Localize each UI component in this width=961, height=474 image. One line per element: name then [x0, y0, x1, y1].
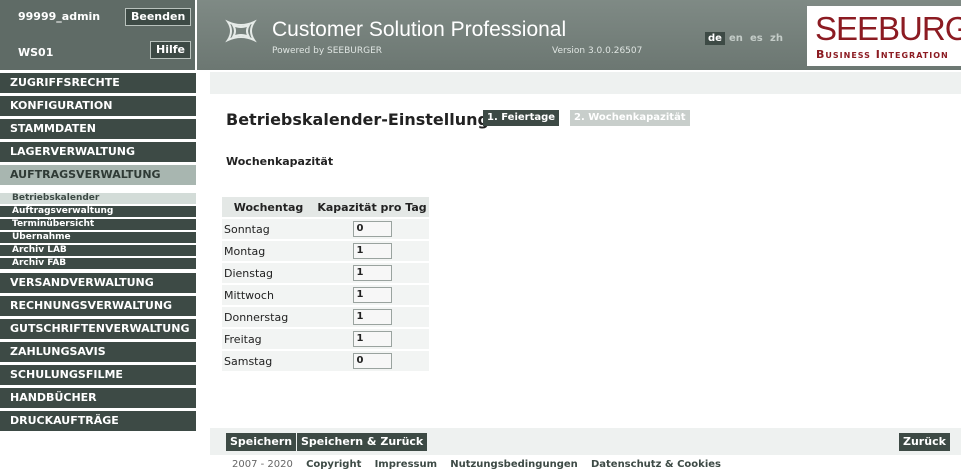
- username: 99999_admin: [18, 10, 101, 23]
- nav-handbuecher[interactable]: HANDBÜCHER: [0, 388, 196, 408]
- app-title: Customer Solution Professional: [272, 18, 567, 41]
- nav-schulungsfilme[interactable]: SCHULUNGSFILME: [0, 365, 196, 385]
- weekday-label: Samstag: [222, 351, 315, 371]
- capacity-input[interactable]: 1: [352, 287, 392, 303]
- help-button[interactable]: Hilfe: [150, 41, 191, 59]
- weekday-label: Freitag: [222, 329, 315, 349]
- app-version: Version 3.0.0.26507: [552, 46, 643, 56]
- subnav-archiv-fab[interactable]: Archiv FAB: [0, 258, 196, 269]
- nav-rechnungsverwaltung[interactable]: RECHNUNGSVERWALTUNG: [0, 296, 196, 316]
- save-button[interactable]: Speichern: [226, 433, 297, 451]
- table-header-row: Wochentag Kapazität pro Tag: [222, 197, 429, 217]
- subnav-uebernahme[interactable]: Übernahme: [0, 232, 196, 243]
- capacity-input[interactable]: 1: [352, 331, 392, 347]
- footer-link-copyright[interactable]: Copyright: [306, 459, 361, 470]
- sidebar-nav: ZUGRIFFSRECHTE KONFIGURATION STAMMDATEN …: [0, 73, 196, 434]
- nav-versandverwaltung[interactable]: VERSANDVERWALTUNG: [0, 273, 196, 293]
- tab-feiertage[interactable]: 1. Feiertage: [483, 110, 560, 126]
- table-row: Montag 1: [222, 241, 429, 261]
- tab-wochenkapazitaet[interactable]: 2. Wochenkapazität: [570, 110, 690, 126]
- lang-en[interactable]: en: [726, 32, 746, 45]
- weekday-label: Donnerstag: [222, 307, 315, 327]
- weekday-label: Montag: [222, 241, 315, 261]
- brand-tagline: Business Integration: [816, 48, 949, 61]
- back-button[interactable]: Zurück: [899, 433, 950, 451]
- footer-link-impressum[interactable]: Impressum: [375, 459, 437, 470]
- footer: 2007 - 2020 Copyright Impressum Nutzungs…: [232, 459, 721, 470]
- page-title: Betriebskalender-Einstellungen: [226, 110, 512, 129]
- nav-konfiguration[interactable]: KONFIGURATION: [0, 96, 196, 116]
- workstation-label: WS01: [18, 46, 54, 59]
- capacity-input[interactable]: 1: [352, 265, 392, 281]
- app-header: Customer Solution Professional Powered b…: [197, 0, 961, 70]
- nav-auftragsverwaltung[interactable]: AUFTRAGSVERWALTUNG: [0, 165, 196, 185]
- app-logo-icon: [225, 19, 257, 43]
- subnav-betriebskalender[interactable]: Betriebskalender: [0, 193, 196, 204]
- table-row: Donnerstag 1: [222, 307, 429, 327]
- subnav-auftragsverwaltung[interactable]: Auftragsverwaltung: [0, 206, 196, 217]
- footer-years: 2007 - 2020: [232, 459, 293, 470]
- lang-zh[interactable]: zh: [767, 32, 786, 45]
- section-title: Wochenkapazität: [226, 155, 334, 168]
- brand-logo: SEEBURGER Business Integration: [807, 6, 961, 66]
- nav-druckauftraege[interactable]: DRUCKAUFTRÄGE: [0, 411, 196, 431]
- table-row: Sonntag 0: [222, 219, 429, 239]
- nav-gutschriftenverwaltung[interactable]: GUTSCHRIFTENVERWALTUNG: [0, 319, 196, 339]
- weekday-label: Sonntag: [222, 219, 315, 239]
- table-row: Freitag 1: [222, 329, 429, 349]
- capacity-input[interactable]: 1: [352, 243, 392, 259]
- subnav-archiv-lab[interactable]: Archiv LAB: [0, 245, 196, 256]
- capacity-input[interactable]: 0: [352, 221, 392, 237]
- footer-link-privacy[interactable]: Datenschutz & Cookies: [591, 459, 721, 470]
- nav-stammdaten[interactable]: STAMMDATEN: [0, 119, 196, 139]
- footer-link-terms[interactable]: Nutzungsbedingungen: [450, 459, 578, 470]
- lang-es[interactable]: es: [747, 32, 766, 45]
- table-row: Dienstag 1: [222, 263, 429, 283]
- nav-zugriffsrechte[interactable]: ZUGRIFFSRECHTE: [0, 73, 196, 93]
- logout-button[interactable]: Beenden: [125, 8, 192, 26]
- table-row: Samstag 0: [222, 351, 429, 371]
- capacity-input[interactable]: 0: [352, 353, 392, 369]
- capacity-table: Wochentag Kapazität pro Tag Sonntag 0 Mo…: [222, 195, 429, 373]
- user-panel: 99999_admin WS01 Beenden Hilfe: [0, 0, 195, 70]
- app-subtitle: Powered by SEEBURGER: [272, 46, 383, 56]
- column-header-capacity: Kapazität pro Tag: [315, 197, 429, 217]
- column-header-weekday: Wochentag: [222, 197, 315, 217]
- weekday-label: Dienstag: [222, 263, 315, 283]
- weekday-label: Mittwoch: [222, 285, 315, 305]
- subnav-terminuebersicht[interactable]: Terminübersicht: [0, 219, 196, 230]
- nav-zahlungsavis[interactable]: ZAHLUNGSAVIS: [0, 342, 196, 362]
- lang-de[interactable]: de: [705, 32, 725, 45]
- content-top-bar: [210, 72, 961, 94]
- brand-name: SEEBURGER: [815, 10, 961, 47]
- save-and-back-button[interactable]: Speichern & Zurück: [297, 433, 428, 451]
- capacity-input[interactable]: 1: [352, 309, 392, 325]
- nav-lagerverwaltung[interactable]: LAGERVERWALTUNG: [0, 142, 196, 162]
- table-row: Mittwoch 1: [222, 285, 429, 305]
